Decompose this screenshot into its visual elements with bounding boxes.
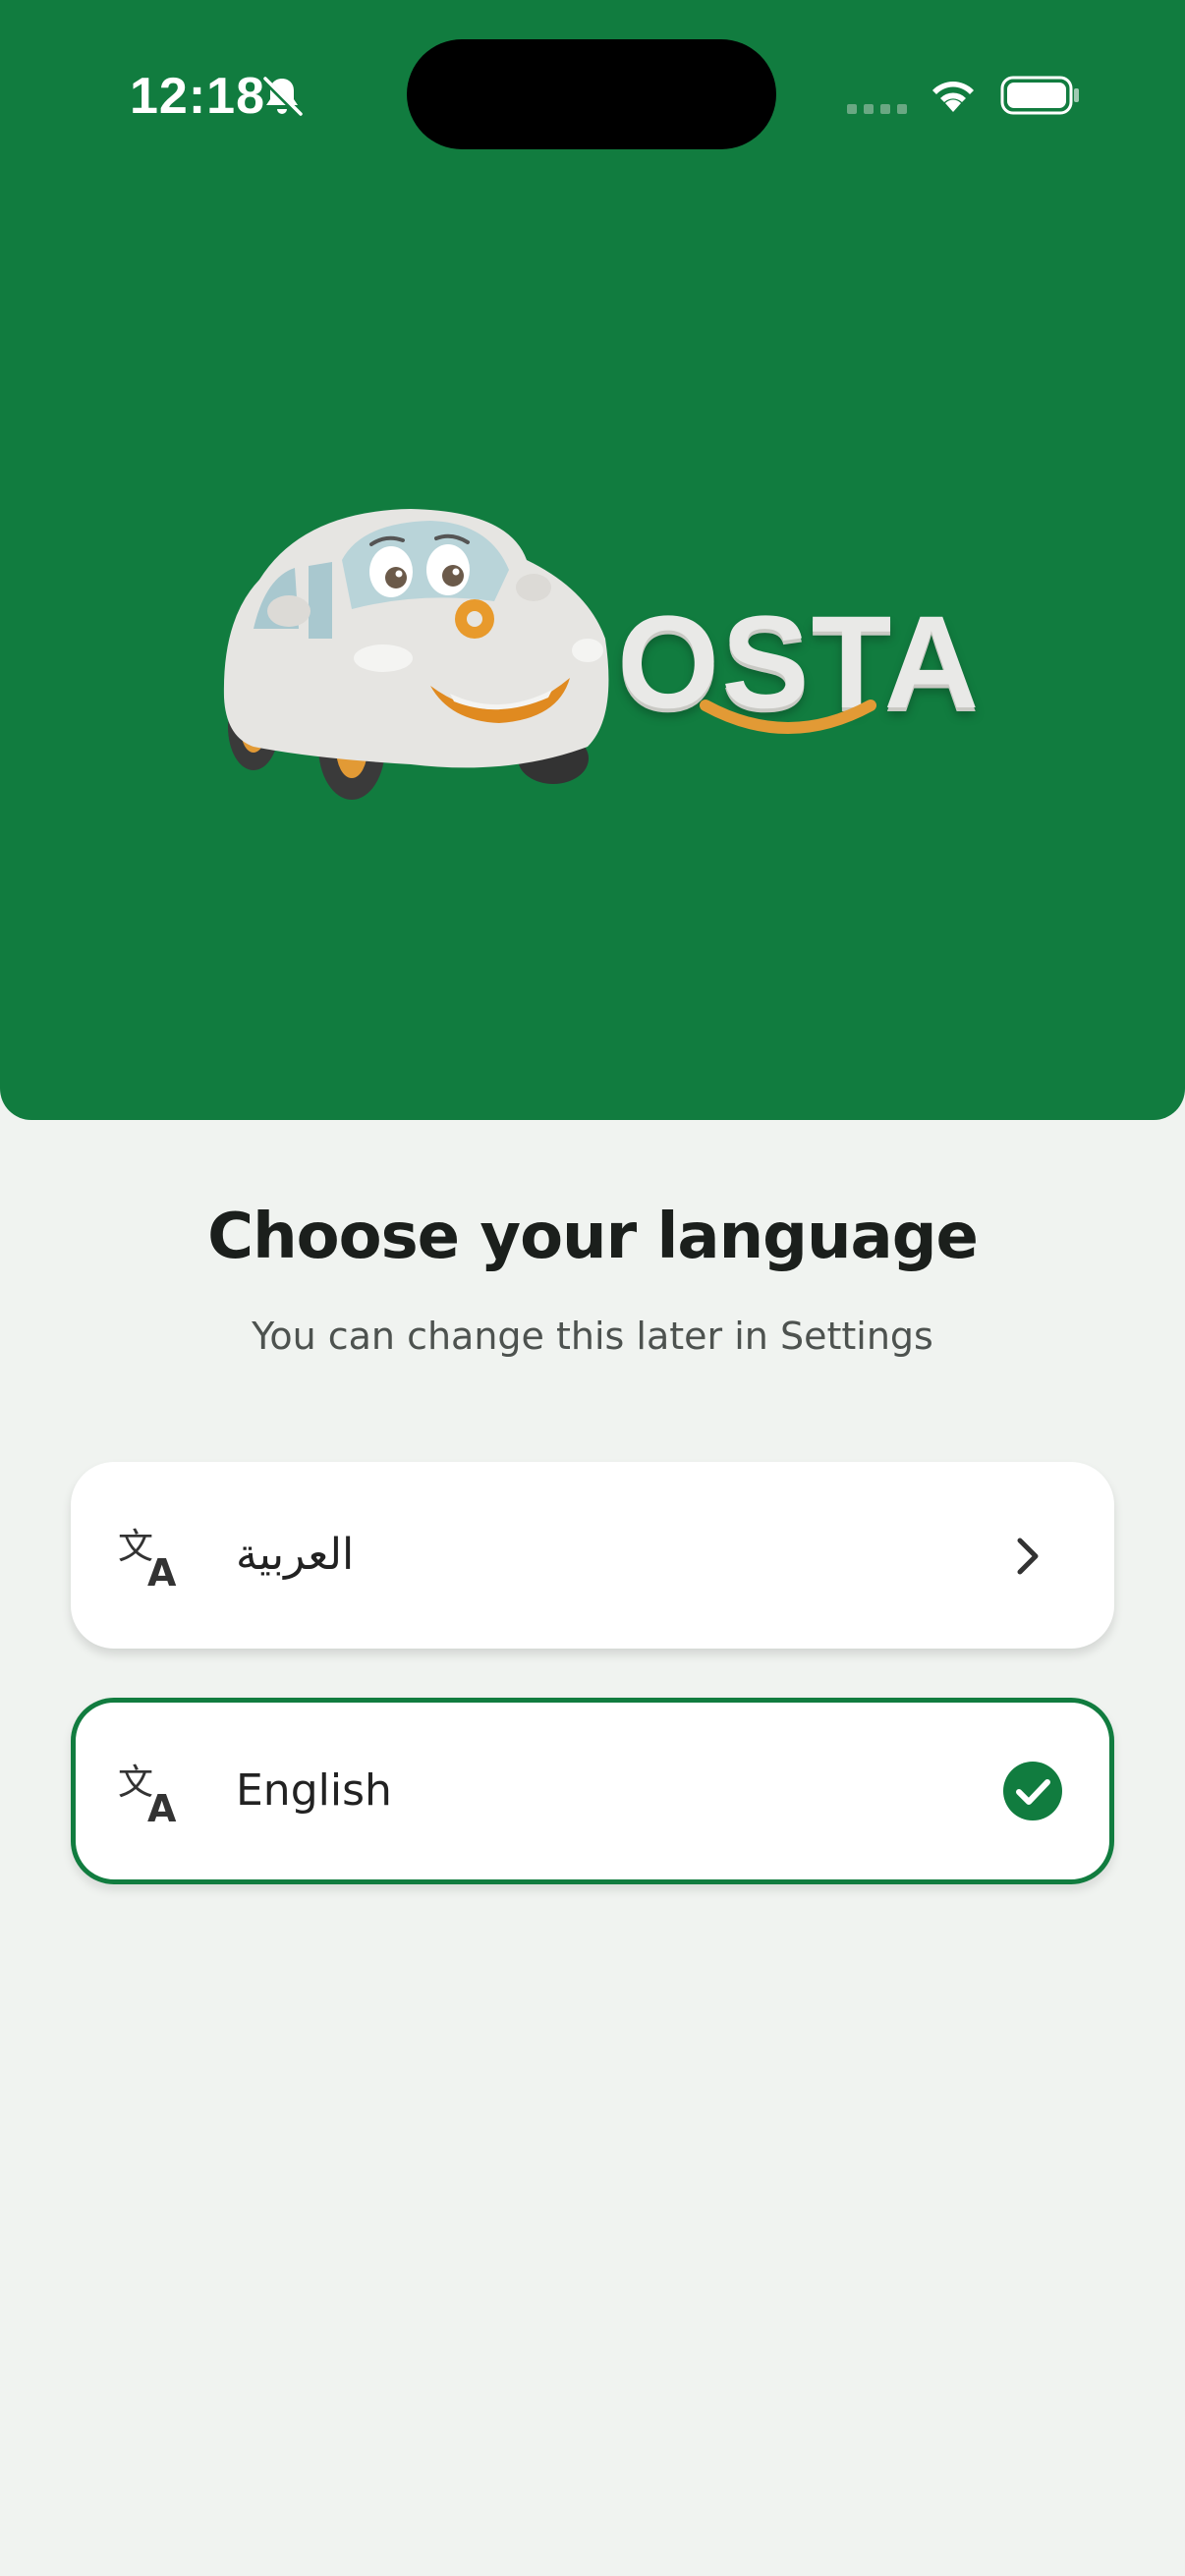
svg-text:A: A — [147, 1787, 177, 1823]
car-mascot-icon — [223, 509, 609, 800]
bell-slash-icon — [260, 76, 304, 119]
page-title: Choose your language — [207, 1201, 979, 1273]
language-option-arabic[interactable]: 文 A العربية — [71, 1462, 1114, 1649]
header-banner: 12:18 OSTA — [0, 0, 1185, 1120]
page-subtitle: You can change this later in Settings — [252, 1315, 933, 1358]
svg-text:A: A — [147, 1551, 177, 1588]
language-option-english[interactable]: 文 A English — [71, 1698, 1114, 1884]
battery-icon — [1000, 76, 1079, 115]
wifi-icon — [932, 82, 974, 112]
osta-logo: OSTA — [214, 501, 981, 815]
status-time: 12:18 — [130, 68, 265, 125]
check-circle-icon — [1003, 1762, 1062, 1820]
language-label: العربية — [236, 1530, 355, 1580]
signal-icon — [847, 104, 907, 114]
translate-icon: 文 A — [118, 1527, 177, 1588]
smile-underline-icon — [700, 700, 876, 734]
translate-icon: 文 A — [118, 1763, 177, 1823]
dynamic-island — [407, 39, 776, 149]
language-label: English — [236, 1765, 392, 1816]
chevron-right-icon — [1017, 1538, 1039, 1575]
